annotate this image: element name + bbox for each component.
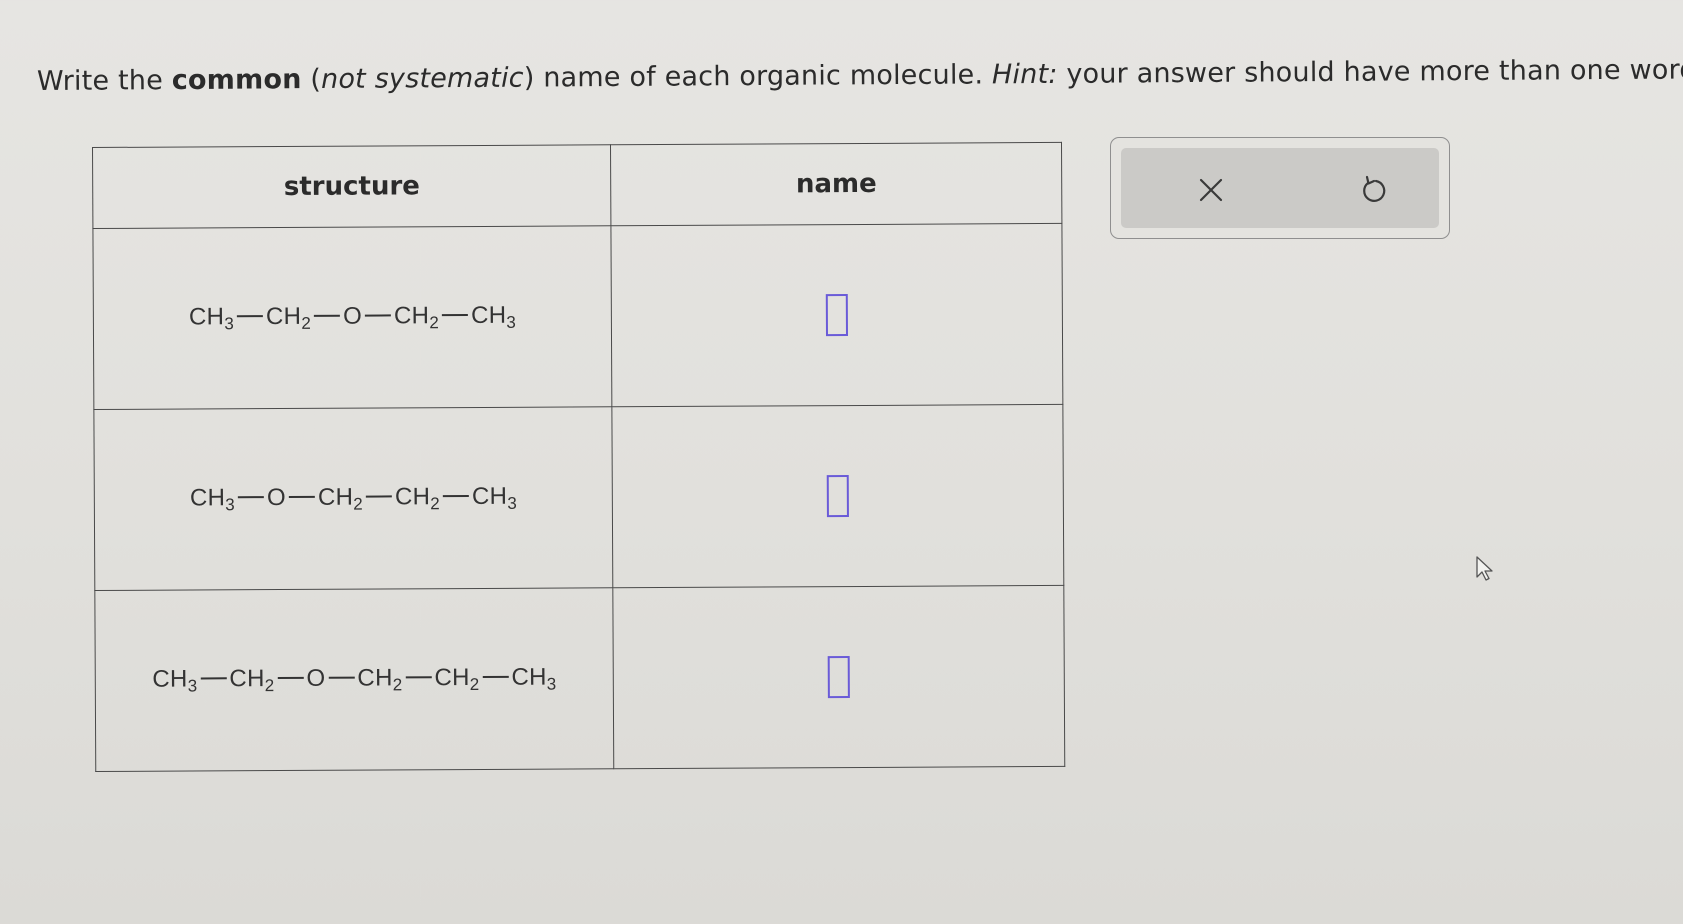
atom-group: CH2: [434, 663, 480, 694]
atom-group: CH3: [511, 663, 557, 694]
atom-group: CH3: [152, 665, 198, 696]
table-row: CH3 CH2 O CH2 CH2 CH3: [94, 585, 1065, 772]
atom-group-base: O: [266, 483, 286, 511]
atom-group: CH3: [471, 482, 518, 513]
structure-cell: CH3 CH2 O CH2 CH3: [92, 225, 613, 410]
mouse-pointer-icon: [1476, 556, 1493, 581]
atom-group: CH2: [317, 483, 364, 514]
prompt-text-1: Write the: [36, 65, 172, 97]
structural-formula: CH3 CH2 O CH2 CH2 CH3: [152, 663, 557, 696]
atom-group-base: CH: [317, 483, 354, 511]
single-bond: [365, 314, 392, 317]
header-name: name: [610, 142, 1062, 226]
undo-icon: [1363, 175, 1386, 202]
answer-toolbox: [1110, 137, 1450, 239]
atom-group: CH3: [188, 302, 235, 333]
atom-group: CH3: [470, 301, 517, 332]
atom-group: O: [343, 302, 362, 329]
atom-group-subscript: 2: [469, 674, 480, 694]
table-row: CH3 O CH2 CH2 CH3: [93, 404, 1064, 591]
name-cell: [612, 404, 1064, 588]
single-bond: [288, 496, 315, 498]
atom-group-subscript: 2: [430, 493, 441, 513]
table-row: CH3 CH2 O CH2 CH3: [92, 223, 1063, 410]
header-structure: structure: [92, 144, 612, 229]
name-cell: [613, 585, 1065, 769]
atom-group-subscript: 2: [264, 675, 275, 695]
structural-formula: CH3 CH2 O CH2 CH3: [188, 301, 517, 333]
atom-group-subscript: 3: [506, 312, 517, 332]
atom-group-base: CH: [188, 302, 225, 330]
atom-group-subscript: 3: [546, 674, 557, 694]
atom-group-subscript: 3: [225, 494, 236, 514]
single-bond: [365, 495, 392, 498]
toolbox-panel: [1121, 148, 1439, 228]
answer-input-2[interactable]: [826, 475, 850, 518]
single-bond: [314, 315, 341, 317]
atom-group-base: CH: [265, 302, 302, 330]
prompt-italic-hint: Hint:: [991, 58, 1058, 91]
structure-cell: CH3 CH2 O CH2 CH2 CH3: [94, 587, 615, 772]
atom-group: O: [267, 483, 286, 510]
single-bond: [405, 676, 432, 679]
atom-group-subscript: 2: [301, 313, 312, 333]
clear-button[interactable]: [1191, 170, 1231, 210]
atom-group-base: CH: [229, 664, 265, 692]
atom-group-subscript: 2: [429, 312, 440, 332]
atom-group: CH2: [265, 302, 312, 333]
single-bond: [277, 677, 304, 679]
atom-group-subscript: 2: [392, 674, 403, 694]
atom-group-subscript: 2: [353, 494, 364, 514]
prompt-italic-not-systematic: not systematic: [320, 62, 524, 96]
structural-formula: CH3 O CH2 CH2 CH3: [189, 482, 518, 514]
atom-group-base: CH: [394, 482, 431, 510]
name-cell: [611, 223, 1063, 407]
structure-cell: CH3 O CH2 CH2 CH3: [93, 406, 614, 591]
atom-group-base: CH: [393, 301, 430, 329]
prompt-text-2: (: [301, 64, 322, 96]
single-bond: [200, 677, 227, 680]
atom-group: CH2: [393, 301, 440, 332]
atom-group-subscript: 3: [187, 675, 198, 696]
atom-group: CH2: [357, 663, 403, 694]
atom-group-subscript: 3: [224, 313, 235, 333]
prompt-bold-common: common: [171, 64, 302, 97]
atom-group-base: CH: [152, 665, 188, 693]
table-header-row: structure name: [92, 142, 1062, 229]
prompt-text-3: ) name of each organic molecule.: [523, 59, 993, 94]
atom-group-base: CH: [434, 663, 470, 691]
question-prompt: Write the common (not systematic) name o…: [37, 54, 1683, 97]
atom-group-base: CH: [471, 482, 508, 510]
undo-button[interactable]: [1353, 170, 1393, 210]
answer-input-3[interactable]: [827, 656, 851, 699]
atom-group-base: CH: [470, 301, 507, 329]
atom-group-base: CH: [189, 483, 226, 511]
atom-group: O: [306, 664, 325, 691]
atom-group-base: O: [342, 302, 363, 330]
single-bond: [237, 315, 264, 318]
atom-group: CH3: [189, 483, 236, 514]
atom-group-base: CH: [357, 663, 393, 692]
single-bond: [442, 495, 469, 498]
atom-group-base: O: [306, 664, 326, 692]
single-bond: [442, 314, 469, 317]
single-bond: [482, 676, 509, 678]
single-bond: [328, 676, 355, 679]
single-bond: [237, 496, 264, 499]
atom-group-subscript: 3: [507, 493, 518, 513]
molecule-table: structure name CH3 CH2 O CH2 CH3 CH3 O CH2 CH2 C…: [92, 142, 1065, 772]
atom-group: CH2: [229, 664, 275, 695]
close-icon: [1199, 178, 1223, 202]
prompt-text-4: your answer should have more than one wo…: [1057, 54, 1683, 90]
atom-group: CH2: [394, 482, 441, 513]
atom-group-base: CH: [511, 663, 547, 691]
answer-input-1[interactable]: [825, 294, 849, 337]
